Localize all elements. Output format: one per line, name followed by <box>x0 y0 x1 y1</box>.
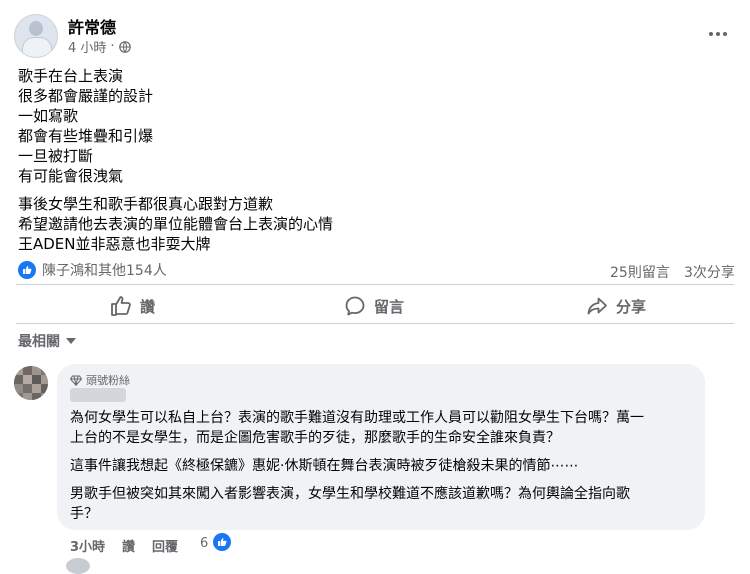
comment-icon <box>344 295 366 317</box>
more-options-icon[interactable] <box>706 22 730 46</box>
divider <box>16 284 734 285</box>
share-arrow-icon <box>586 295 608 317</box>
comment-sort-dropdown[interactable]: 最相關 <box>18 331 76 351</box>
post-time[interactable]: 4 小時 <box>68 37 106 56</box>
commenter-avatar[interactable] <box>14 366 48 400</box>
post-text-line: 都會有些堆疊和引爆 <box>18 127 154 145</box>
comments-count[interactable]: 25則留言 <box>610 262 670 282</box>
post-text-line: 事後女學生和歌手都很真心跟對方道歉 <box>18 195 274 213</box>
comment-text-line: 男歌手但被突如其來闖入者影響表演，女學生和學校難道不應該道歉嗎？為何輿論全指向歌 <box>70 486 630 502</box>
comment-text-line: 上台的不是女學生，而是企圖危害歌手的歹徒，那麼歌手的生命安全誰來負責？ <box>70 430 560 446</box>
reactions-text: 陳子鴻和其他154人 <box>42 263 167 279</box>
share-button[interactable]: 分享 <box>586 290 646 322</box>
comment-like-button[interactable]: 讚 <box>122 536 135 555</box>
post-text-line: 一旦被打斷 <box>18 147 94 165</box>
sort-label: 最相關 <box>18 334 60 350</box>
comment-text-line: 為何女學生可以私自上台？表演的歌手難道沒有助理或工作人員可以勸阻女學生下台嗎？萬… <box>70 410 644 426</box>
globe-icon <box>118 40 131 53</box>
post-text-line: 歌手在台上表演 <box>18 67 124 85</box>
badge-label: 頭號粉絲 <box>86 374 130 387</box>
post-text-line: 一如寫歌 <box>18 107 79 125</box>
reactions-summary[interactable]: 陳子鴻和其他154人 <box>18 260 167 280</box>
comment-time[interactable]: 3小時 <box>70 536 105 555</box>
diamond-icon <box>70 375 82 386</box>
post-text-line: 王ADEN並非惡意也非耍大牌 <box>18 235 211 253</box>
post-meta: 4 小時 · <box>68 37 131 56</box>
post-text-line: 有可能會很洩氣 <box>18 167 124 185</box>
divider <box>16 323 734 324</box>
like-button[interactable]: 讚 <box>110 290 155 322</box>
comment-label: 留言 <box>374 297 405 316</box>
commenter-name-redacted[interactable] <box>70 388 126 402</box>
next-comment-avatar[interactable] <box>66 558 90 574</box>
post-text-line: 希望邀請他去表演的單位能體會台上表演的心情 <box>18 215 334 233</box>
caret-down-icon <box>66 337 76 345</box>
comment-text-line: 手？ <box>70 506 98 522</box>
top-fan-badge: 頭號粉絲 <box>70 372 130 388</box>
post-text-line: 很多都會嚴謹的設計 <box>18 87 154 105</box>
shares-count[interactable]: 3次分享 <box>684 262 735 282</box>
share-label: 分享 <box>616 297 647 316</box>
author-avatar[interactable] <box>14 14 58 58</box>
comment-button[interactable]: 留言 <box>344 290 404 322</box>
thumbs-up-icon <box>110 295 132 317</box>
comment-text-line: 這事件讓我想起《終極保鑣》惠妮·休斯頓在舞台表演時被歹徒槍殺未果的情節⋯⋯ <box>70 458 579 474</box>
like-label: 讚 <box>140 297 156 316</box>
like-reaction-icon <box>18 261 36 279</box>
comment-reply-button[interactable]: 回覆 <box>152 536 178 555</box>
author-name[interactable]: 許常德 <box>68 14 116 38</box>
comment-like-count[interactable]: 6 <box>200 536 208 551</box>
like-reaction-icon[interactable] <box>213 533 231 551</box>
